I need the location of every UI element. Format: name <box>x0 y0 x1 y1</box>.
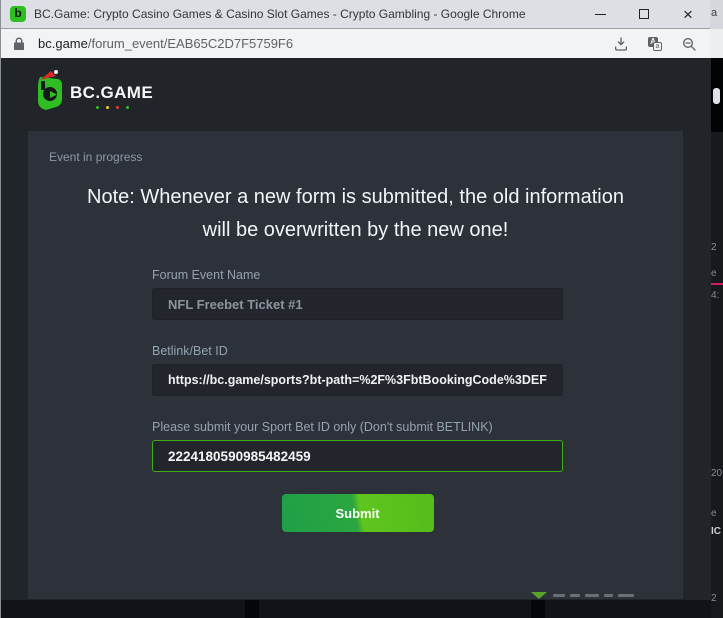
maximize-button[interactable] <box>622 0 666 28</box>
santa-hat-pom <box>54 70 58 74</box>
translate-icon[interactable]: A a <box>646 35 664 53</box>
minimize-button[interactable] <box>578 0 622 28</box>
background-text-fragment: 2 <box>711 242 717 253</box>
background-text-fragment: IC <box>711 526 721 537</box>
url-path: /forum_event/EAB65C2D7F5759F6 <box>88 36 293 51</box>
window-controls: × <box>578 0 710 28</box>
background-red-line <box>710 283 723 285</box>
maximize-icon <box>639 9 649 19</box>
background-text-fragment: 2 <box>711 593 717 604</box>
form-group-bet-id: Please submit your Sport Bet ID only (Do… <box>152 420 563 472</box>
note-heading: Note: Whenever a new form is submitted, … <box>28 181 683 247</box>
url-host: bc.game <box>38 36 88 51</box>
background-scrollbar-thumb <box>713 88 720 104</box>
footer-band-gap <box>245 600 259 618</box>
bet-id-label: Please submit your Sport Bet ID only (Do… <box>152 420 563 434</box>
event-name-input[interactable] <box>152 288 563 320</box>
betlink-label: Betlink/Bet ID <box>152 344 563 358</box>
bet-id-input[interactable] <box>152 440 563 472</box>
footer-fragment <box>531 592 634 599</box>
window-titlebar[interactable]: b BC.Game: Crypto Casino Games & Casino … <box>1 0 710 29</box>
screenshot-root: a 2 e 4: 20 e IC 2 b BC.Game: Crypto Cas… <box>0 0 723 618</box>
note-line-1: Note: Whenever a new form is submitted, … <box>28 181 683 214</box>
window-title: BC.Game: Crypto Casino Games & Casino Sl… <box>34 7 526 21</box>
background-window-strip: a 2 e 4: 20 e IC 2 <box>710 0 723 618</box>
address-bar[interactable]: bc.game/forum_event/EAB65C2D7F5759F6 A a <box>1 29 710 58</box>
lock-icon[interactable] <box>13 37 25 51</box>
footer-chevron-icon <box>531 592 547 599</box>
betlink-input[interactable] <box>152 364 563 396</box>
zoom-out-icon[interactable] <box>680 35 698 53</box>
footer-band-gap <box>531 600 545 618</box>
logo-shield-icon <box>34 75 64 111</box>
footer-band <box>1 600 711 618</box>
event-name-label: Forum Event Name <box>152 268 563 282</box>
note-line-2: will be overwritten by the new one! <box>28 214 683 247</box>
event-form: Forum Event Name Betlink/Bet ID Please s… <box>152 268 563 532</box>
logo-christmas-dots <box>96 106 129 109</box>
background-text-fragment: 4: <box>711 290 719 301</box>
address-bar-actions: A a <box>612 35 698 53</box>
submit-button[interactable]: Submit <box>282 494 434 532</box>
footer-dashes <box>553 594 634 597</box>
background-toolbar-fragment <box>710 29 723 58</box>
background-text-fragment: e <box>711 508 717 519</box>
bcgame-favicon: b <box>10 6 26 22</box>
event-panel: Event in progress Note: Whenever a new f… <box>28 131 683 599</box>
form-group-betlink: Betlink/Bet ID <box>152 344 563 396</box>
close-button[interactable]: × <box>666 0 710 28</box>
background-text-fragment: e <box>711 268 717 279</box>
logo-text: BC.GAME <box>70 83 153 103</box>
event-status: Event in progress <box>49 150 142 164</box>
page-content: BC.GAME Event in progress Note: Whenever… <box>1 58 711 618</box>
download-icon[interactable] <box>612 35 630 53</box>
url-text[interactable]: bc.game/forum_event/EAB65C2D7F5759F6 <box>38 36 293 51</box>
close-icon: × <box>683 6 693 23</box>
bcgame-logo[interactable]: BC.GAME <box>34 75 153 111</box>
minimize-icon <box>595 14 606 15</box>
background-text-fragment: 20 <box>711 468 722 479</box>
background-text-fragment: a <box>711 7 717 19</box>
form-group-event-name: Forum Event Name <box>152 268 563 320</box>
browser-window: b BC.Game: Crypto Casino Games & Casino … <box>0 0 710 618</box>
